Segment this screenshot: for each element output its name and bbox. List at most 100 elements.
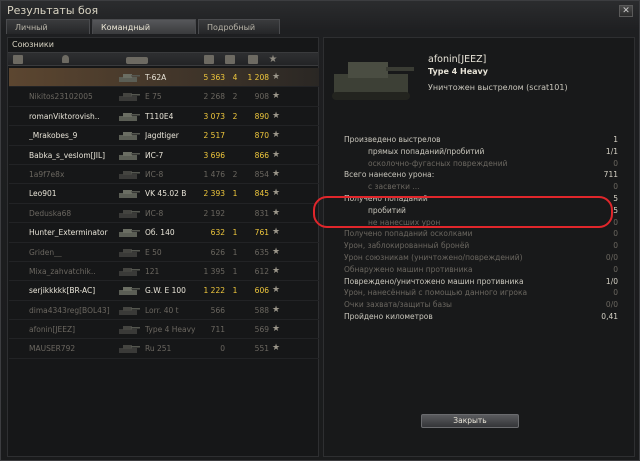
- tank-thumbnail-icon: [119, 74, 140, 82]
- star-icon: ★: [272, 324, 281, 335]
- tank-name: ИС-8: [145, 169, 164, 179]
- tab-detailed[interactable]: Подробный отчёт: [198, 19, 280, 47]
- close-icon[interactable]: ✕: [619, 5, 633, 17]
- xp-value: 870: [254, 131, 269, 141]
- tank-name: T110E4: [145, 111, 174, 121]
- table-row[interactable]: Griden__ E 50 626 1 635 ★: [9, 243, 319, 262]
- tank-thumbnail-icon: [119, 229, 140, 238]
- stat-row: Урон союзникам (уничтожено/повреждений) 0…: [344, 252, 624, 264]
- table-row[interactable]: dima4343reg[BOL43] Lorr. 40 t 566 588 ★: [9, 301, 319, 321]
- table-row[interactable]: Leo901 VK 45.02 B 2 393 1 845 ★: [9, 184, 319, 204]
- table-row[interactable]: romanViktorovish.. T110E4 3 073 2 890 ★: [9, 107, 319, 127]
- star-icon: ★: [272, 304, 281, 315]
- star-icon: ★: [272, 246, 281, 257]
- damage-icon[interactable]: [204, 55, 214, 64]
- stat-row: Урон, заблокированный бронёй 0: [344, 240, 624, 252]
- stat-row: Получено попаданий осколками 0: [344, 228, 624, 240]
- tab-personal[interactable]: Личный результат: [6, 19, 90, 47]
- tank-thumbnail-icon: [119, 209, 140, 218]
- table-row[interactable]: Mixa_zahvatchik.. 121 1 395 1 612 ★: [9, 262, 319, 282]
- stat-row: осколочно-фугасных повреждений 0: [344, 158, 624, 170]
- tank-name: G.W. E 100: [145, 286, 186, 296]
- table-row[interactable]: Deduska68 ИС-8 2 192 831 ★: [9, 204, 319, 224]
- stat-label: с засветки ...: [368, 182, 420, 192]
- damage-value: 1 222: [203, 286, 225, 296]
- xp-icon[interactable]: [248, 55, 258, 64]
- xp-value: 612: [254, 266, 269, 276]
- damage-value: 0: [220, 344, 225, 354]
- stat-row: Пройдено километров 0,41: [344, 311, 624, 323]
- stat-row: Урон, нанесённый с помощью данного игрок…: [344, 287, 624, 299]
- xp-value: 854: [254, 169, 269, 179]
- star-icon: ★: [272, 265, 281, 276]
- tank-name: Lorr. 40 t: [145, 305, 179, 315]
- kills-icon[interactable]: [225, 55, 235, 64]
- player-icon[interactable]: [62, 55, 69, 63]
- star-icon[interactable]: ★: [268, 55, 278, 65]
- star-icon: ★: [272, 207, 281, 218]
- star-icon: ★: [272, 188, 281, 199]
- detail-panel: afonin[JEEZ] Type 4 Heavy Уничтожен выст…: [323, 37, 635, 457]
- xp-value: 761: [254, 228, 269, 238]
- table-row[interactable]: Hunter_Exterminator Об. 140 632 1 761 ★: [9, 223, 319, 243]
- damage-value: 5 363: [203, 73, 225, 82]
- stat-label: Произведено выстрелов: [344, 135, 441, 144]
- kills-value: 1: [232, 189, 238, 199]
- table-row[interactable]: afonin[JEEZ] Type 4 Heavy 711 569 ★: [9, 320, 319, 340]
- stat-row: Всего нанесено урона: 711: [344, 169, 624, 181]
- stat-label: Урон, заблокированный бронёй: [344, 241, 470, 251]
- stat-row: с засветки ... 0: [344, 181, 624, 193]
- tank-thumbnail-icon: [119, 267, 140, 276]
- stat-value: 0: [613, 241, 618, 251]
- player-name: _Mrakobes_9: [29, 131, 78, 141]
- player-name: Mixa_zahvatchik..: [29, 266, 96, 276]
- window-title: Результаты боя: [7, 4, 99, 17]
- stat-value: 0: [613, 182, 618, 192]
- table-row[interactable]: serjikkkkk[BR-AC] G.W. E 100 1 222 1 606 ★: [9, 281, 319, 301]
- stat-label: Всего нанесено урона:: [344, 170, 435, 180]
- player-name: serjikkkkk[BR-AC]: [29, 286, 96, 296]
- tank-name: ИС-7: [145, 150, 164, 160]
- stat-label: Обнаружено машин противника: [344, 264, 473, 274]
- tab-team[interactable]: Командный результат: [92, 19, 196, 47]
- player-name: Leo901: [29, 189, 57, 199]
- stat-row: Обнаружено машин противника 0: [344, 264, 624, 276]
- star-icon: ★: [272, 72, 281, 82]
- player-name: Babka_s_veslom[JIL]: [29, 150, 106, 160]
- stat-value: 0/0: [605, 252, 618, 262]
- table-row[interactable]: MAUSER792 Ru 251 0 551 ★: [9, 339, 319, 359]
- tank-thumbnail-icon: [119, 170, 140, 179]
- tank-name: VK 45.02 B: [145, 189, 187, 199]
- player-name: afonin[JEEZ]: [29, 325, 76, 335]
- tab-bar: Личный результат Командный результат Под…: [6, 19, 280, 47]
- table-row[interactable]: Nikitos23102005 E 75 2 268 2 908 ★: [9, 87, 319, 107]
- tank-name: Jagdtiger: [145, 131, 179, 141]
- stat-value: 5: [613, 205, 618, 215]
- table-row[interactable]: _Mrakobes_9 Jagdtiger 2 517 870 ★: [9, 126, 319, 146]
- star-icon: ★: [272, 149, 281, 160]
- tank-icon[interactable]: [126, 57, 148, 64]
- damage-value: 2 517: [203, 131, 225, 141]
- stat-label: Урон союзникам (уничтожено/повреждений): [344, 252, 523, 262]
- player-list: T-62A 5 363 4 1 208 ★ Nikitos23102005 E 75 2 26…: [9, 68, 319, 359]
- stat-value: 0,41: [601, 311, 618, 321]
- tank-image: [332, 62, 414, 100]
- xp-value: 588: [254, 305, 269, 315]
- close-button[interactable]: Закрыть: [421, 414, 519, 428]
- table-row[interactable]: 1a9f7e8x ИС-8 1 476 2 854 ★: [9, 165, 319, 185]
- stat-value: 1/1: [605, 146, 618, 156]
- stat-label: Пройдено километров: [344, 311, 433, 321]
- table-row[interactable]: T-62A 5 363 4 1 208 ★: [9, 68, 319, 88]
- damage-value: 1 476: [203, 169, 225, 179]
- kills-value: 4: [232, 73, 238, 82]
- kills-value: 1: [232, 266, 238, 276]
- tank-thumbnail-icon: [119, 345, 140, 354]
- table-row[interactable]: Babka_s_veslom[JIL] ИС-7 3 696 866 ★: [9, 146, 319, 165]
- tank-thumbnail-icon: [119, 190, 140, 199]
- battle-results-window: Результаты боя ✕ Личный результат Команд…: [0, 0, 640, 461]
- xp-value: 1 208: [247, 73, 269, 82]
- tank-name: Об. 140: [145, 228, 175, 238]
- squad-icon[interactable]: [13, 55, 23, 64]
- xp-value: 569: [254, 325, 269, 335]
- stat-label: Получено попаданий осколками: [344, 229, 473, 239]
